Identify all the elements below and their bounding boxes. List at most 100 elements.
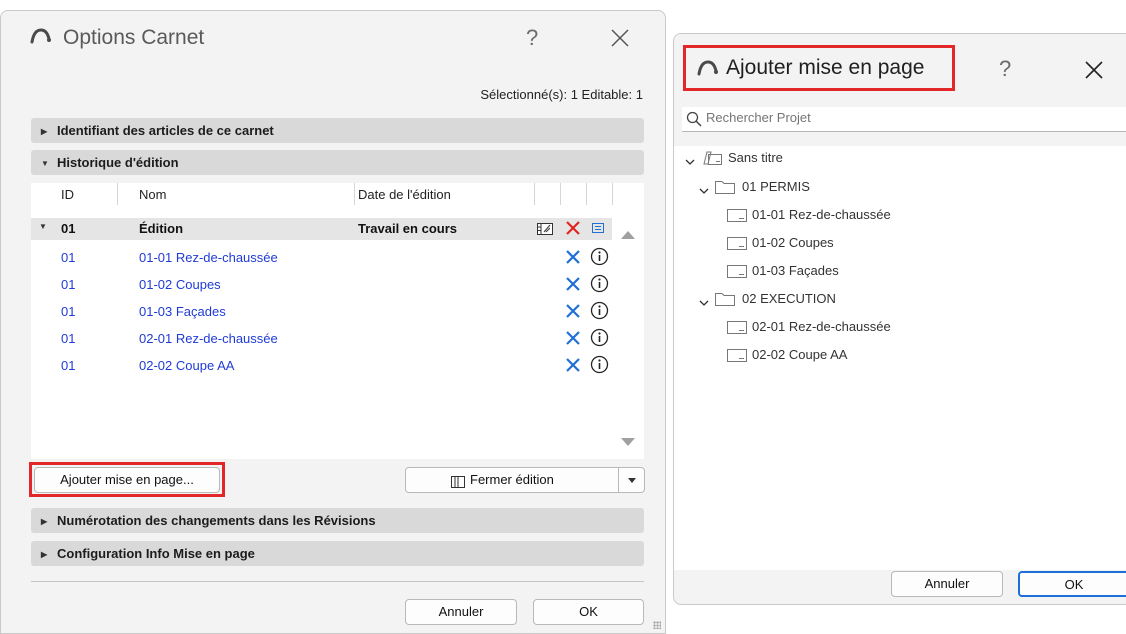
section-label: Historique d'édition	[57, 155, 179, 170]
dialog-title: Options Carnet	[63, 26, 205, 49]
section-label: Configuration Info Mise en page	[57, 546, 255, 561]
row-name: 02-02 Coupe AA	[139, 358, 235, 373]
delete-x-icon[interactable]	[564, 356, 584, 376]
row-id: 01	[61, 358, 76, 373]
archicad-logo-icon	[29, 25, 51, 47]
folder-icon	[714, 291, 736, 315]
dialog-title: Ajouter mise en page	[726, 56, 925, 79]
delete-x-icon[interactable]	[564, 329, 584, 349]
column-divider	[586, 183, 587, 205]
column-header-date[interactable]: Date de l'édition	[358, 187, 451, 202]
archicad-logo-icon	[696, 57, 718, 79]
tree-item-label: 01-02 Coupes	[752, 235, 834, 250]
row-name: 01-02 Coupes	[139, 277, 221, 292]
info-icon[interactable]	[590, 301, 610, 321]
search-icon	[686, 111, 702, 132]
table-row[interactable]: 01 01-03 Façades	[31, 299, 612, 325]
column-header-name[interactable]: Nom	[139, 187, 166, 202]
row-name: 01-03 Façades	[139, 304, 226, 319]
table-row[interactable]: 01 01-02 Coupes	[31, 272, 612, 298]
collapse-arrow-icon: ▼	[41, 159, 49, 168]
edition-date: Travail en cours	[358, 221, 457, 236]
collapse-arrow-icon[interactable]: ▼	[39, 222, 47, 231]
selection-info: Sélectionné(s): 1 Editable: 1	[480, 87, 643, 102]
layout-sheet-icon	[726, 319, 748, 343]
expand-arrow-icon: ▶	[41, 550, 48, 559]
delete-x-icon[interactable]	[564, 302, 584, 322]
delete-x-icon[interactable]	[564, 275, 584, 295]
edition-id: 01	[61, 221, 76, 236]
section-identifier[interactable]: ▶ Identifiant des articles de ce carnet	[31, 118, 644, 143]
ok-button[interactable]: OK	[1018, 571, 1126, 597]
table-row[interactable]: 01 01-01 Rez-de-chaussée	[31, 245, 612, 271]
ok-button[interactable]: OK	[533, 599, 644, 625]
tree-folder-label: 02 EXECUTION	[742, 291, 836, 306]
folder-icon	[714, 179, 736, 203]
chevron-down-icon[interactable]	[618, 468, 644, 492]
layout-sheet-icon	[726, 207, 748, 231]
info-icon[interactable]	[590, 247, 610, 267]
tree-folder-label: 01 PERMIS	[742, 179, 810, 194]
info-list-icon[interactable]	[590, 220, 610, 240]
search-bar[interactable]	[682, 107, 1126, 132]
layout-sheet-icon[interactable]	[536, 220, 556, 240]
column-divider	[534, 183, 535, 205]
row-id: 01	[61, 331, 76, 346]
row-name: 02-01 Rez-de-chaussée	[139, 331, 278, 346]
search-input[interactable]	[706, 110, 1106, 125]
section-label: Numérotation des changements dans les Ré…	[57, 513, 376, 528]
scroll-up-arrow[interactable]	[621, 231, 635, 239]
tree-item-label: 01-03 Façades	[752, 263, 839, 278]
expand-arrow-icon: ▶	[41, 517, 48, 526]
column-header-id[interactable]: ID	[61, 187, 74, 202]
cancel-button[interactable]: Annuler	[891, 571, 1003, 597]
column-divider	[560, 183, 561, 205]
resize-grip[interactable]	[653, 621, 661, 629]
add-layout-button[interactable]: Ajouter mise en page...	[34, 467, 220, 493]
row-name: 01-01 Rez-de-chaussée	[139, 250, 278, 265]
chevron-down-icon[interactable]	[698, 293, 710, 317]
chevron-down-icon[interactable]	[698, 181, 710, 205]
tree-item-label: 02-02 Coupe AA	[752, 347, 848, 362]
options-carnet-dialog: Options Carnet ? Sélectionné(s): 1 Edita…	[0, 10, 666, 634]
tree-item-label: 02-01 Rez-de-chaussée	[752, 319, 891, 334]
layout-sheet-icon	[726, 263, 748, 287]
cancel-button[interactable]: Annuler	[405, 599, 517, 625]
edition-row[interactable]: ▼ 01 Édition Travail en cours	[31, 218, 612, 240]
history-table: ID Nom Date de l'édition ▼ 01 Édition Tr…	[31, 183, 644, 459]
close-icon[interactable]	[610, 28, 630, 48]
project-tree: Sans titre 01 PERMIS 01-01 Rez-de-chauss…	[674, 146, 1126, 570]
separator	[31, 581, 644, 582]
edition-name: Édition	[139, 221, 184, 236]
table-row[interactable]: 01 02-02 Coupe AA	[31, 353, 612, 379]
layout-sheet-icon	[726, 235, 748, 259]
info-icon[interactable]	[590, 355, 610, 375]
close-icon[interactable]	[1084, 60, 1104, 80]
delete-x-icon[interactable]	[564, 219, 584, 239]
info-icon[interactable]	[590, 328, 610, 348]
row-id: 01	[61, 277, 76, 292]
column-divider	[612, 183, 613, 205]
book-icon	[700, 150, 724, 174]
scroll-down-arrow[interactable]	[621, 438, 635, 446]
close-edition-icon	[450, 473, 466, 497]
section-label: Identifiant des articles de ce carnet	[57, 123, 274, 138]
column-divider	[354, 183, 355, 205]
table-row[interactable]: 01 02-01 Rez-de-chaussée	[31, 326, 612, 352]
section-history[interactable]: ▼ Historique d'édition	[31, 150, 644, 175]
layout-sheet-icon	[726, 347, 748, 371]
column-divider	[117, 183, 118, 205]
section-numbering[interactable]: ▶ Numérotation des changements dans les R…	[31, 508, 644, 533]
tree-root-label: Sans titre	[728, 150, 783, 165]
add-layout-dialog: Ajouter mise en page ? Sans titre 01 PER…	[673, 33, 1126, 605]
help-button[interactable]: ?	[999, 56, 1011, 82]
section-layout-info[interactable]: ▶ Configuration Info Mise en page	[31, 541, 644, 566]
chevron-down-icon[interactable]	[684, 152, 696, 176]
close-edition-split-button[interactable]: Fermer édition	[405, 467, 645, 493]
delete-x-icon[interactable]	[564, 248, 584, 268]
title-bar: Options Carnet ?	[1, 11, 665, 69]
help-button[interactable]: ?	[526, 25, 538, 51]
row-id: 01	[61, 304, 76, 319]
info-icon[interactable]	[590, 274, 610, 294]
tree-item-label: 01-01 Rez-de-chaussée	[752, 207, 891, 222]
